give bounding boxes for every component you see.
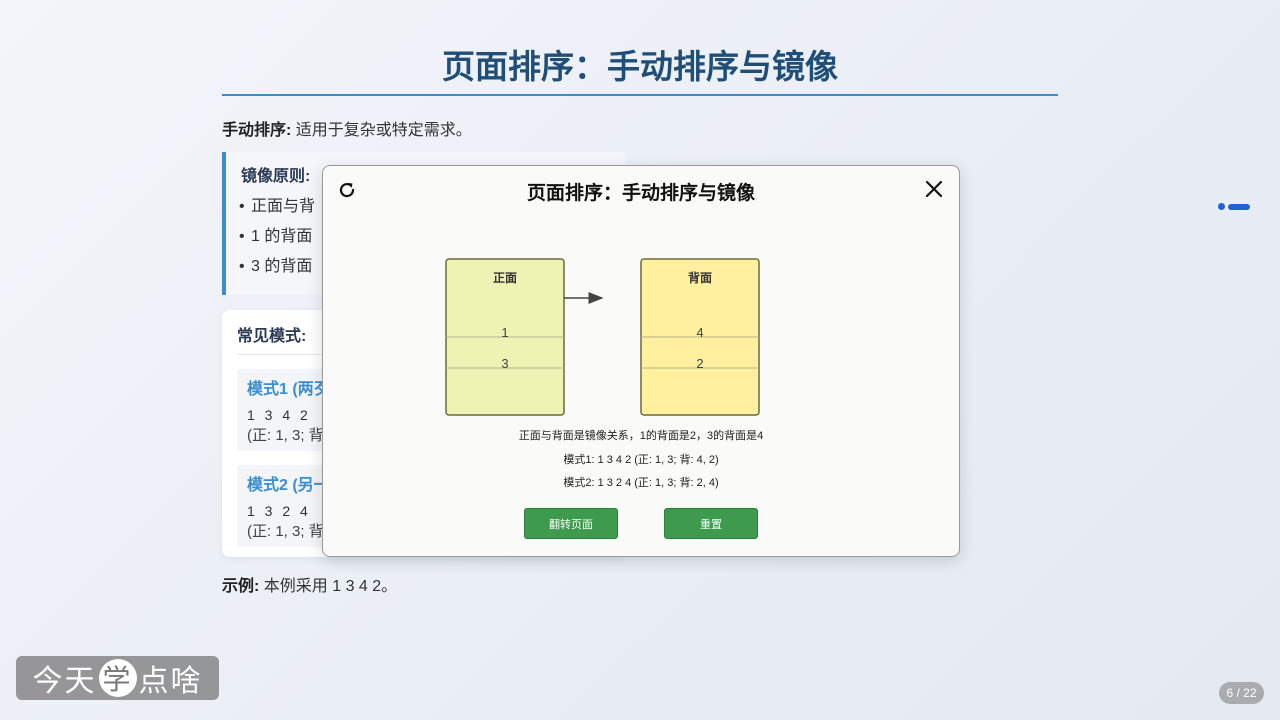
nav-dot[interactable]: [1218, 203, 1225, 210]
intro-line: 手动排序: 适用于复杂或特定需求。: [222, 116, 472, 140]
example-text: 本例采用 1 3 4 2。: [259, 578, 398, 595]
back-page-number: 2: [696, 356, 703, 371]
slide-nav-dots[interactable]: [1218, 203, 1250, 210]
watermark-text: 点啥: [138, 664, 203, 699]
back-page-number: 4: [696, 325, 703, 340]
nav-dot-active[interactable]: [1228, 203, 1250, 210]
mirror-caption: 正面与背面是镜像关系，1的背面是2，3的背面是4: [518, 430, 764, 442]
front-page-number: 1: [501, 325, 508, 340]
front-label: 正面: [493, 271, 517, 285]
watermark-circle: 学: [98, 659, 137, 697]
close-icon[interactable]: [925, 180, 943, 198]
mode2-caption: 模式2: 1 3 2 4 (正: 1, 3; 背: 2, 4): [563, 477, 719, 489]
example-label: 示例:: [222, 578, 260, 595]
watermark-text: 今天: [32, 664, 97, 699]
front-page-number: 3: [501, 356, 508, 371]
flip-pages-button[interactable]: 翻转页面: [524, 508, 618, 539]
page-order-diagram: 正面 1 3 背面 4 2: [445, 258, 760, 416]
modal-title: 页面排序：手动排序与镜像: [526, 183, 755, 204]
reset-button[interactable]: 重置: [664, 508, 758, 539]
page-counter: 6 / 22: [1219, 682, 1264, 704]
slide-title: 页面排序：手动排序与镜像: [442, 48, 838, 85]
intro-label: 手动排序:: [222, 122, 292, 139]
example-line: 示例: 本例采用 1 3 4 2。: [222, 572, 397, 596]
mode1-caption: 模式1: 1 3 4 2 (正: 1, 3; 背: 4, 2): [563, 454, 719, 466]
back-label: 背面: [688, 270, 712, 285]
watermark-logo: 今天学点啥: [16, 656, 219, 700]
page-order-modal: 正面 1 3 背面 4 2 页面排序：手动排序与镜像 正面与背面是镜像关系，1的…: [322, 165, 960, 557]
title-divider: [222, 94, 1058, 96]
intro-text: 适用于复杂或特定需求。: [291, 122, 472, 139]
